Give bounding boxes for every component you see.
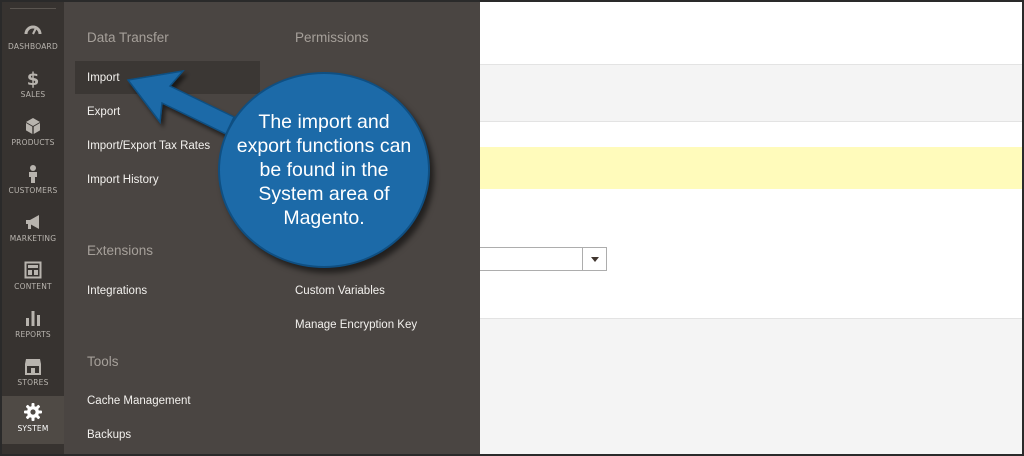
- page-footer-area: [480, 318, 1022, 454]
- nav-label-sales: SALES: [20, 90, 46, 99]
- bar-chart-icon: [26, 311, 40, 326]
- nav-item-reports[interactable]: REPORTS: [2, 302, 64, 350]
- section-title-permissions: Permissions: [295, 30, 369, 45]
- nav-item-system[interactable]: SYSTEM: [2, 396, 64, 444]
- menu-link-manage-encryption-key[interactable]: Manage Encryption Key: [295, 319, 417, 331]
- nav-label-products: PRODUCTS: [11, 138, 55, 147]
- nav-label-reports: REPORTS: [15, 330, 51, 339]
- menu-link-custom-variables[interactable]: Custom Variables: [295, 285, 385, 297]
- nav-item-content[interactable]: CONTENT: [2, 254, 64, 302]
- menu-link-import-history[interactable]: Import History: [87, 174, 159, 186]
- page-content-area: [480, 2, 1022, 454]
- menu-link-backups[interactable]: Backups: [87, 429, 131, 441]
- storefront-icon: [25, 359, 41, 375]
- section-title-tools: Tools: [87, 354, 119, 369]
- section-title-extensions: Extensions: [87, 243, 154, 258]
- nav-label-content: CONTENT: [14, 282, 52, 291]
- dollar-icon: $: [27, 69, 40, 88]
- svg-text:$: $: [27, 69, 40, 88]
- menu-link-integrations[interactable]: Integrations: [87, 285, 147, 297]
- nav-label-stores: STORES: [17, 378, 49, 387]
- callout-bubble: The import and export functions can be f…: [218, 72, 430, 268]
- nav-item-stores[interactable]: STORES: [2, 350, 64, 398]
- nav-label-marketing: MARKETING: [9, 234, 57, 243]
- layout-icon: [24, 261, 42, 279]
- entity-type-select[interactable]: [480, 247, 607, 271]
- sidebar-divider: [10, 8, 56, 9]
- chevron-down-icon[interactable]: [582, 248, 606, 270]
- nav-item-customers[interactable]: CUSTOMERS: [2, 158, 64, 206]
- menu-link-cache-management[interactable]: Cache Management: [87, 395, 191, 407]
- nav-label-dashboard: DASHBOARD: [8, 42, 58, 51]
- menu-link-export[interactable]: Export: [87, 106, 120, 118]
- dashboard-gauge-icon: [24, 25, 42, 35]
- notice-message-bar: [480, 147, 1022, 189]
- person-icon: [29, 165, 37, 183]
- section-title-data-transfer: Data Transfer: [87, 30, 169, 45]
- admin-sidebar: DASHBOARD $ SALES PRODUCTS CUSTOMERS MAR…: [2, 2, 64, 454]
- menu-link-import-export-tax-rates[interactable]: Import/Export Tax Rates: [87, 140, 210, 152]
- nav-item-dashboard[interactable]: DASHBOARD: [2, 14, 64, 62]
- nav-label-system: SYSTEM: [17, 424, 49, 433]
- page-actions-bar: [480, 64, 1022, 122]
- nav-item-products[interactable]: PRODUCTS: [2, 110, 64, 158]
- menu-link-import[interactable]: Import: [75, 61, 260, 94]
- nav-label-customers: CUSTOMERS: [8, 186, 58, 195]
- nav-item-marketing[interactable]: MARKETING: [2, 206, 64, 254]
- cube-icon: [26, 118, 40, 134]
- gear-icon: [24, 403, 42, 421]
- nav-item-sales[interactable]: $ SALES: [2, 62, 64, 110]
- callout-text: The import and export functions can be f…: [236, 111, 412, 229]
- megaphone-icon: [26, 215, 39, 229]
